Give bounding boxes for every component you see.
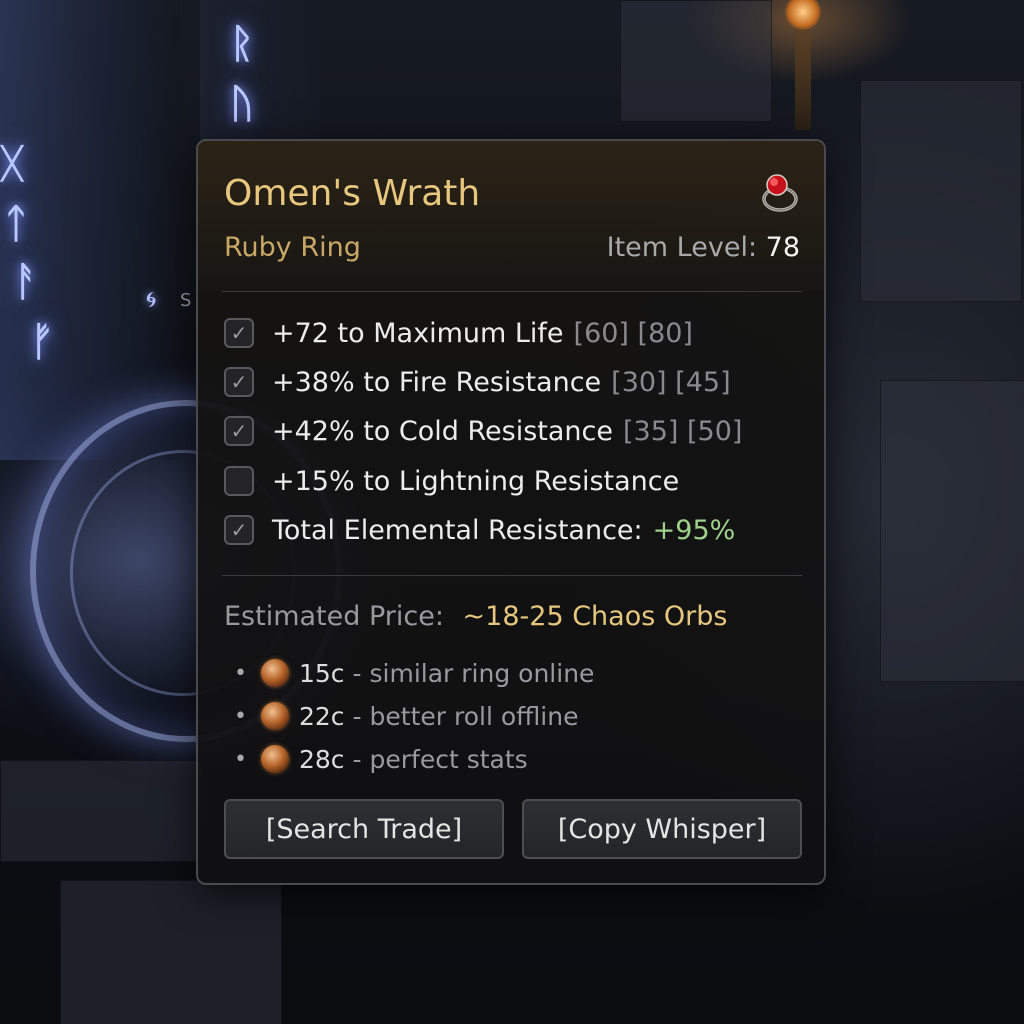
- mod-checkbox[interactable]: [224, 466, 254, 496]
- mod-checkbox[interactable]: ✓: [224, 318, 254, 348]
- rock-wall: [860, 80, 1022, 302]
- mod-range: [30] [45]: [611, 366, 731, 398]
- listing-desc: - better roll offline: [352, 701, 579, 731]
- mod-row: ✓ +42% to Cold Resistance [35] [50]: [224, 411, 804, 451]
- swirl-icon: 🌀︎: [146, 288, 157, 313]
- bullet-icon: •: [234, 703, 247, 729]
- floor-stone: [60, 880, 282, 1024]
- header-divider: [222, 291, 802, 292]
- bullet-icon: •: [234, 660, 247, 686]
- glowing-rune: ᚱ: [230, 20, 254, 67]
- mod-text: +42% to Cold Resistance: [272, 415, 613, 447]
- rock-wall: [880, 380, 1024, 682]
- total-checkbox[interactable]: ✓: [224, 515, 254, 545]
- mod-row: +15% to Lightning Resistance: [224, 461, 804, 501]
- chaos-orb-icon: [260, 659, 289, 687]
- waypoint-label: S: [180, 290, 192, 311]
- chaos-orb-icon: [260, 745, 289, 773]
- mod-checkbox[interactable]: ✓: [224, 367, 254, 397]
- stone-wall: [620, 0, 772, 122]
- mod-row: ✓ +38% to Fire Resistance [30] [45]: [224, 362, 804, 402]
- check-icon: ✓: [230, 370, 248, 394]
- mods-divider: [222, 575, 802, 576]
- glowing-rune: ᚠ: [30, 318, 54, 365]
- estimated-price: Estimated Price: ~18-25 Chaos Orbs: [224, 601, 727, 632]
- glowing-rune: ᚢ: [230, 80, 254, 127]
- item-level-value: 78: [765, 232, 800, 263]
- glowing-rune: ᚨ: [14, 258, 38, 305]
- total-label: Total Elemental Resistance:: [272, 514, 643, 546]
- mod-text: +38% to Fire Resistance: [272, 366, 602, 398]
- listing-desc: - perfect stats: [352, 744, 528, 774]
- lamp-light: [785, 0, 821, 30]
- item-tooltip-panel: Omen's Wrath Ruby Ring Item Level: 78 ✓ …: [196, 139, 826, 885]
- mod-range: [35] [50]: [623, 415, 743, 447]
- chaos-orb-icon: [260, 702, 289, 730]
- item-level-label: Item Level:: [606, 232, 758, 263]
- price-value: ~18-25 Chaos Orbs: [462, 601, 728, 632]
- total-resistance-row: ✓ Total Elemental Resistance: +95%: [224, 510, 804, 550]
- bullet-icon: •: [234, 746, 247, 772]
- list-item: • 15c - similar ring online: [234, 653, 774, 693]
- check-icon: ✓: [230, 321, 248, 345]
- mod-checkbox[interactable]: ✓: [224, 416, 254, 446]
- listing-price: 22c: [298, 701, 345, 731]
- mod-range: [60] [80]: [573, 317, 693, 349]
- listing-desc: - similar ring online: [352, 658, 595, 688]
- ruby-ring-icon: [762, 174, 798, 212]
- stone-pillar: [200, 0, 320, 140]
- list-item: • 22c - better roll offline: [234, 696, 774, 736]
- item-name: Omen's Wrath: [224, 173, 481, 214]
- listing-price: 28c: [298, 744, 345, 774]
- item-base-type: Ruby Ring: [224, 232, 361, 263]
- glowing-rune: ᛏ: [4, 200, 28, 247]
- tooltip-header: [198, 141, 824, 291]
- check-icon: ✓: [230, 419, 248, 443]
- price-label: Estimated Price:: [224, 601, 444, 632]
- total-value: +95%: [652, 514, 736, 546]
- listing-price: 15c: [298, 658, 345, 688]
- item-level: Item Level: 78: [607, 232, 800, 263]
- glowing-rune: ᚷ: [0, 140, 24, 187]
- copy-whisper-button[interactable]: [Copy Whisper]: [522, 799, 802, 859]
- mod-text: +72 to Maximum Life: [272, 317, 564, 349]
- list-item: • 28c - perfect stats: [234, 739, 774, 779]
- mod-text: +15% to Lightning Resistance: [272, 465, 680, 497]
- search-trade-button[interactable]: [Search Trade]: [224, 799, 504, 859]
- floor-stone: [0, 760, 202, 862]
- mod-row: ✓ +72 to Maximum Life [60] [80]: [224, 313, 804, 353]
- check-icon: ✓: [230, 518, 248, 542]
